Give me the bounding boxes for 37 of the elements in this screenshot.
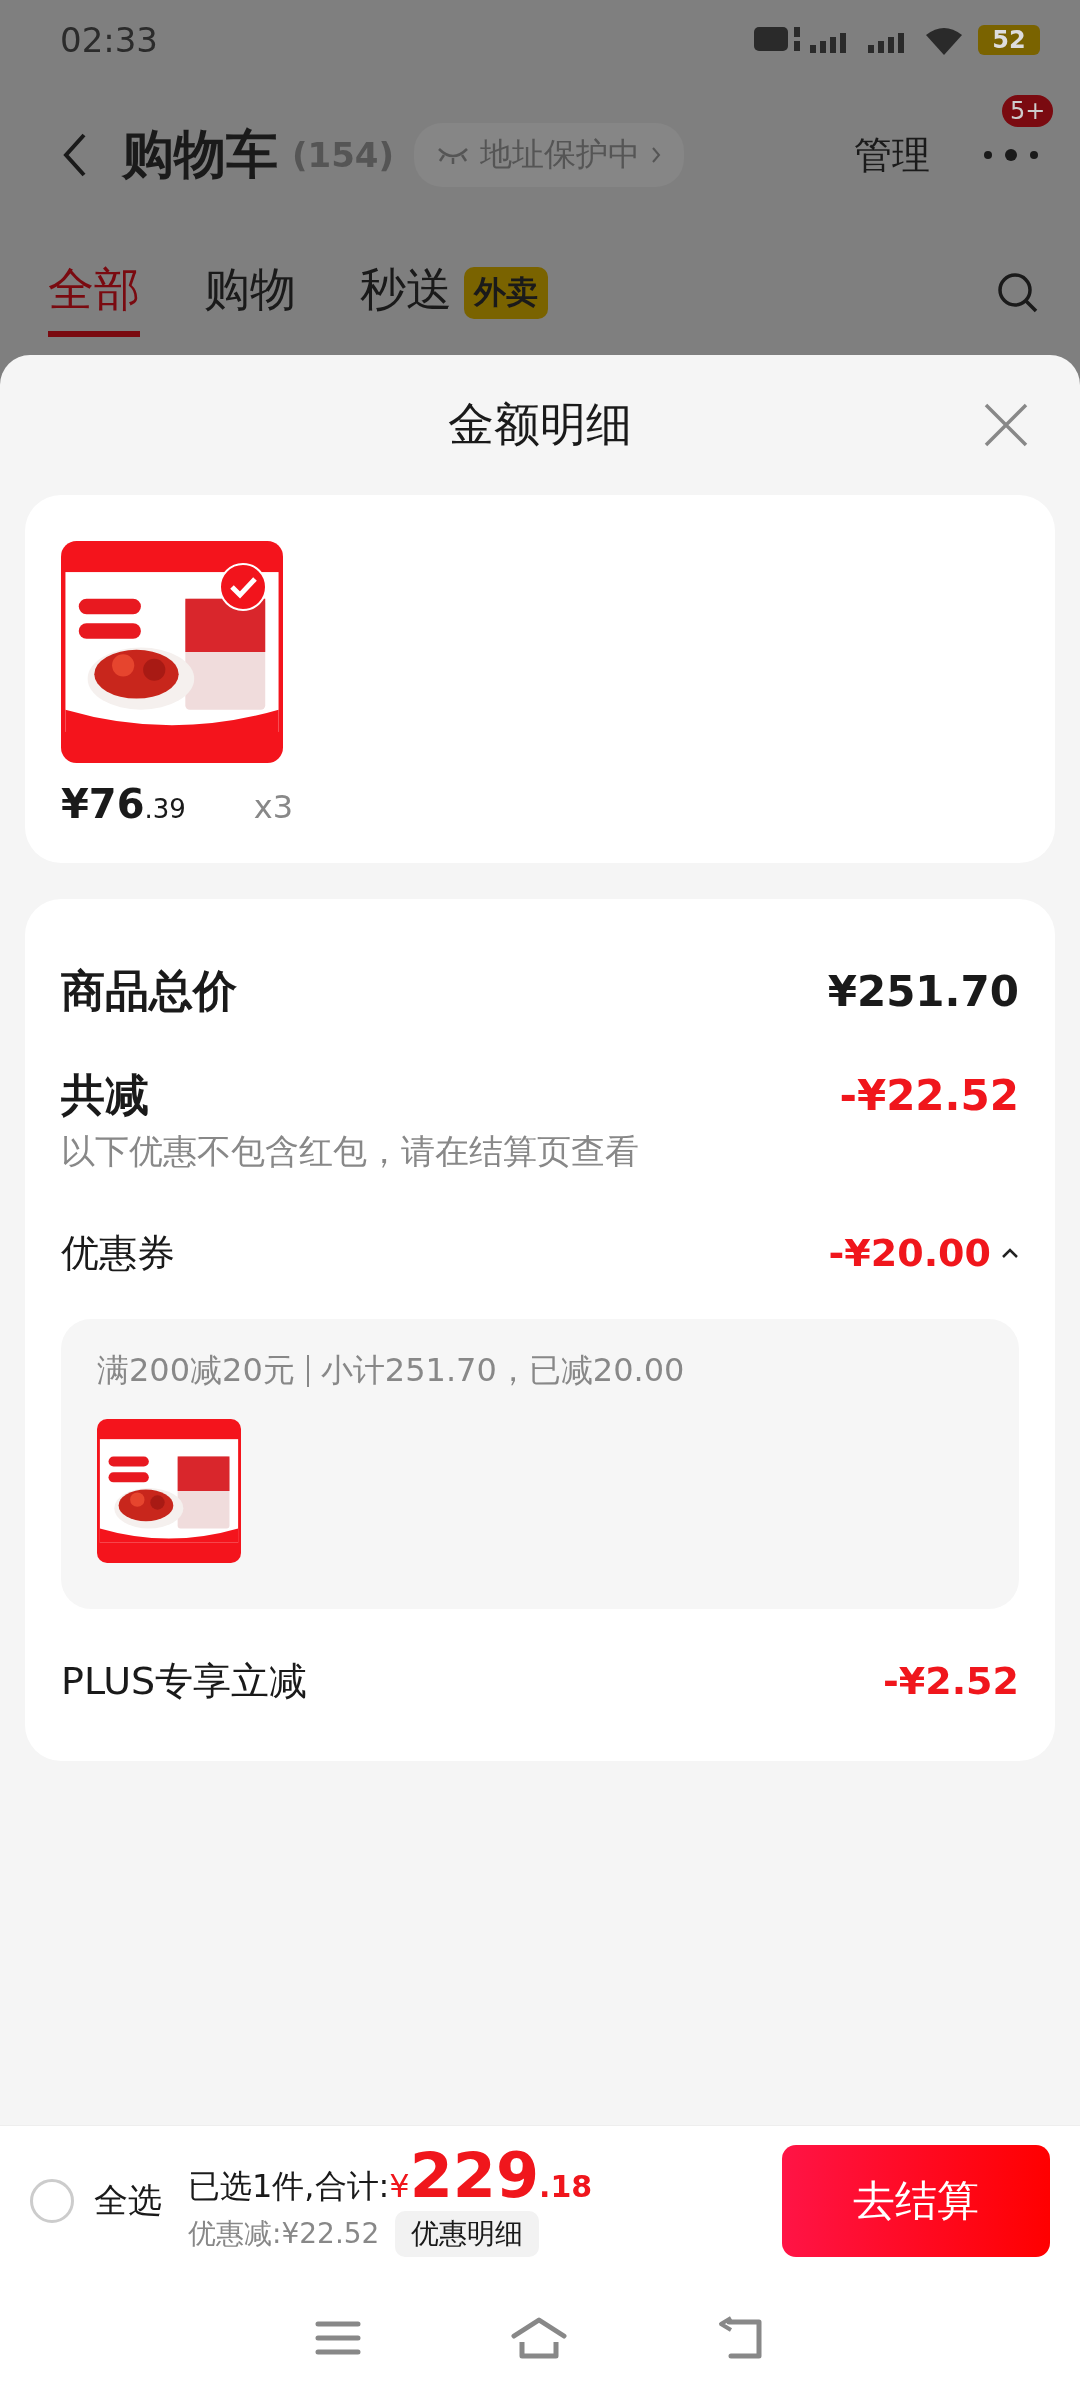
- discount-note: 以下优惠不包含红包，请在结算页查看: [61, 1130, 640, 1173]
- discount-details-button[interactable]: 优惠明细: [395, 2211, 540, 2257]
- coupon-rule: 满200减20元: [97, 1350, 295, 1391]
- sheet-title: 金额明细: [448, 396, 632, 453]
- coupon-summary: 小计251.70，已减20.00: [320, 1350, 685, 1391]
- page-title: 购物车: [122, 123, 278, 186]
- chevron-icon: [650, 145, 663, 165]
- total-amount: ¥229.18: [389, 2145, 593, 2207]
- coupon-label: 优惠券: [61, 1229, 175, 1277]
- battery-level: 52: [992, 26, 1026, 54]
- product-price: ¥76.39: [61, 781, 186, 827]
- discount-label: PLUS专享立减: [61, 1657, 308, 1705]
- status-time: 02:33: [60, 20, 159, 60]
- total-price: ¥251.70: [827, 966, 1019, 1016]
- tab[interactable]: 购物: [204, 248, 296, 337]
- home-icon[interactable]: [510, 2316, 568, 2360]
- tab[interactable]: 全部: [48, 248, 140, 337]
- discount-amount: -¥2.52: [883, 1659, 1019, 1703]
- total-label: 商品总价: [61, 963, 237, 1018]
- close-icon[interactable]: [982, 401, 1030, 449]
- selected-summary: 已选1件,合计:: [188, 2166, 390, 2207]
- product-quantity: x3: [253, 788, 293, 826]
- discount-label: 共减: [61, 1067, 149, 1122]
- checkout-button[interactable]: 去结算: [782, 2145, 1050, 2257]
- discount-amount: -¥22.52: [839, 1070, 1019, 1120]
- manage-button[interactable]: 管理: [854, 129, 930, 181]
- notification-badge: 5+: [1002, 95, 1054, 127]
- tab-tag: 外卖: [464, 266, 548, 319]
- discount-amount: -¥20.00: [828, 1231, 991, 1275]
- search-icon[interactable]: [996, 270, 1040, 315]
- closed-eye-icon: [436, 145, 471, 165]
- discount-summary: 优惠减:¥22.52: [188, 2216, 380, 2252]
- select-all-checkbox[interactable]: [30, 2179, 74, 2223]
- collapse-icon[interactable]: [1001, 1247, 1019, 1259]
- tab[interactable]: 秒送: [360, 248, 452, 337]
- select-all-label: 全选: [94, 2179, 162, 2222]
- menu-icon[interactable]: [314, 2320, 361, 2356]
